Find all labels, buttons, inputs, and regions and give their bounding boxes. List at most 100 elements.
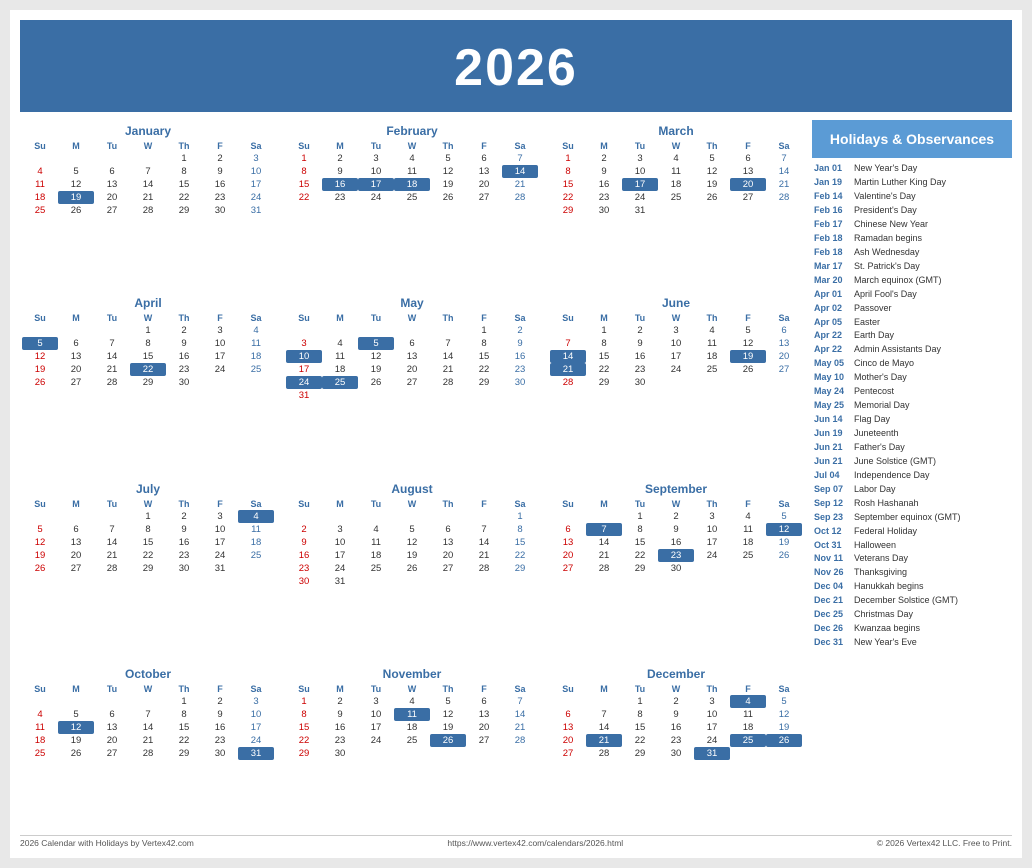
calendar-day[interactable]: 15 xyxy=(622,536,658,549)
calendar-day[interactable]: 9 xyxy=(586,165,622,178)
calendar-day[interactable]: 8 xyxy=(466,337,502,350)
calendar-day[interactable]: 28 xyxy=(130,747,166,760)
calendar-day[interactable]: 4 xyxy=(394,695,430,708)
calendar-day[interactable] xyxy=(22,695,58,708)
calendar-day[interactable]: 15 xyxy=(586,350,622,363)
calendar-day[interactable]: 2 xyxy=(586,152,622,165)
calendar-day[interactable]: 4 xyxy=(658,152,694,165)
calendar-day[interactable]: 1 xyxy=(466,324,502,337)
calendar-day[interactable]: 21 xyxy=(430,363,466,376)
calendar-day[interactable]: 19 xyxy=(694,178,730,191)
calendar-day[interactable]: 15 xyxy=(166,178,202,191)
calendar-day[interactable] xyxy=(502,747,538,760)
calendar-day[interactable]: 17 xyxy=(322,549,358,562)
calendar-day[interactable]: 24 xyxy=(694,549,730,562)
calendar-day[interactable]: 28 xyxy=(430,376,466,389)
calendar-day[interactable]: 24 xyxy=(286,376,322,389)
calendar-day[interactable]: 13 xyxy=(466,165,502,178)
calendar-day[interactable]: 3 xyxy=(658,324,694,337)
calendar-day[interactable] xyxy=(430,747,466,760)
calendar-day[interactable] xyxy=(238,562,274,575)
calendar-day[interactable]: 25 xyxy=(238,549,274,562)
calendar-day[interactable] xyxy=(730,747,766,760)
calendar-day[interactable]: 27 xyxy=(430,562,466,575)
calendar-day[interactable]: 4 xyxy=(238,324,274,337)
calendar-day[interactable]: 22 xyxy=(130,549,166,562)
calendar-day[interactable] xyxy=(550,695,586,708)
calendar-day[interactable]: 25 xyxy=(394,191,430,204)
calendar-day[interactable]: 10 xyxy=(358,165,394,178)
calendar-day[interactable]: 23 xyxy=(322,191,358,204)
calendar-day[interactable]: 1 xyxy=(586,324,622,337)
calendar-day[interactable]: 22 xyxy=(586,363,622,376)
calendar-day[interactable]: 27 xyxy=(766,363,802,376)
calendar-day[interactable] xyxy=(130,152,166,165)
calendar-day[interactable]: 27 xyxy=(58,376,94,389)
calendar-day[interactable]: 20 xyxy=(550,734,586,747)
calendar-day[interactable]: 17 xyxy=(658,350,694,363)
calendar-day[interactable]: 1 xyxy=(550,152,586,165)
calendar-day[interactable]: 18 xyxy=(694,350,730,363)
calendar-day[interactable]: 15 xyxy=(130,536,166,549)
calendar-day[interactable]: 25 xyxy=(730,549,766,562)
calendar-day[interactable] xyxy=(130,695,166,708)
calendar-day[interactable]: 28 xyxy=(94,376,130,389)
calendar-day[interactable] xyxy=(358,389,394,402)
calendar-day[interactable]: 12 xyxy=(766,708,802,721)
calendar-day[interactable]: 31 xyxy=(202,562,238,575)
calendar-day[interactable]: 6 xyxy=(430,523,466,536)
calendar-day[interactable] xyxy=(58,510,94,523)
calendar-day[interactable]: 23 xyxy=(286,562,322,575)
calendar-day[interactable]: 29 xyxy=(166,204,202,217)
calendar-day[interactable]: 18 xyxy=(22,191,58,204)
calendar-day[interactable]: 13 xyxy=(550,536,586,549)
calendar-day[interactable]: 28 xyxy=(466,562,502,575)
calendar-day[interactable]: 24 xyxy=(622,191,658,204)
calendar-day[interactable]: 17 xyxy=(694,721,730,734)
calendar-day[interactable]: 20 xyxy=(58,363,94,376)
calendar-day[interactable]: 19 xyxy=(22,549,58,562)
calendar-day[interactable]: 22 xyxy=(166,191,202,204)
calendar-day[interactable]: 21 xyxy=(550,363,586,376)
calendar-day[interactable] xyxy=(94,695,130,708)
calendar-day[interactable]: 8 xyxy=(622,708,658,721)
calendar-day[interactable]: 22 xyxy=(130,363,166,376)
calendar-day[interactable] xyxy=(694,204,730,217)
calendar-day[interactable]: 14 xyxy=(586,536,622,549)
calendar-day[interactable]: 5 xyxy=(430,695,466,708)
calendar-day[interactable] xyxy=(550,510,586,523)
calendar-day[interactable]: 11 xyxy=(238,523,274,536)
calendar-day[interactable]: 19 xyxy=(430,721,466,734)
calendar-day[interactable]: 22 xyxy=(550,191,586,204)
calendar-day[interactable]: 5 xyxy=(394,523,430,536)
calendar-day[interactable]: 14 xyxy=(466,536,502,549)
calendar-day[interactable]: 11 xyxy=(238,337,274,350)
calendar-day[interactable]: 28 xyxy=(550,376,586,389)
calendar-day[interactable]: 5 xyxy=(766,510,802,523)
calendar-day[interactable]: 14 xyxy=(766,165,802,178)
calendar-day[interactable]: 23 xyxy=(166,363,202,376)
calendar-day[interactable]: 26 xyxy=(22,376,58,389)
calendar-day[interactable]: 23 xyxy=(658,549,694,562)
calendar-day[interactable] xyxy=(358,747,394,760)
calendar-day[interactable]: 30 xyxy=(202,747,238,760)
calendar-day[interactable]: 7 xyxy=(502,152,538,165)
calendar-day[interactable]: 29 xyxy=(586,376,622,389)
calendar-day[interactable]: 31 xyxy=(322,575,358,588)
calendar-day[interactable]: 10 xyxy=(238,708,274,721)
calendar-day[interactable]: 4 xyxy=(730,510,766,523)
calendar-day[interactable]: 25 xyxy=(394,734,430,747)
calendar-day[interactable]: 30 xyxy=(586,204,622,217)
calendar-day[interactable]: 6 xyxy=(550,523,586,536)
calendar-day[interactable]: 10 xyxy=(694,523,730,536)
calendar-day[interactable]: 1 xyxy=(622,695,658,708)
calendar-day[interactable]: 14 xyxy=(430,350,466,363)
calendar-day[interactable] xyxy=(730,562,766,575)
calendar-day[interactable]: 17 xyxy=(202,350,238,363)
calendar-day[interactable]: 20 xyxy=(394,363,430,376)
calendar-day[interactable]: 8 xyxy=(166,708,202,721)
calendar-day[interactable] xyxy=(322,510,358,523)
calendar-day[interactable]: 20 xyxy=(430,549,466,562)
calendar-day[interactable]: 15 xyxy=(466,350,502,363)
calendar-day[interactable]: 30 xyxy=(622,376,658,389)
